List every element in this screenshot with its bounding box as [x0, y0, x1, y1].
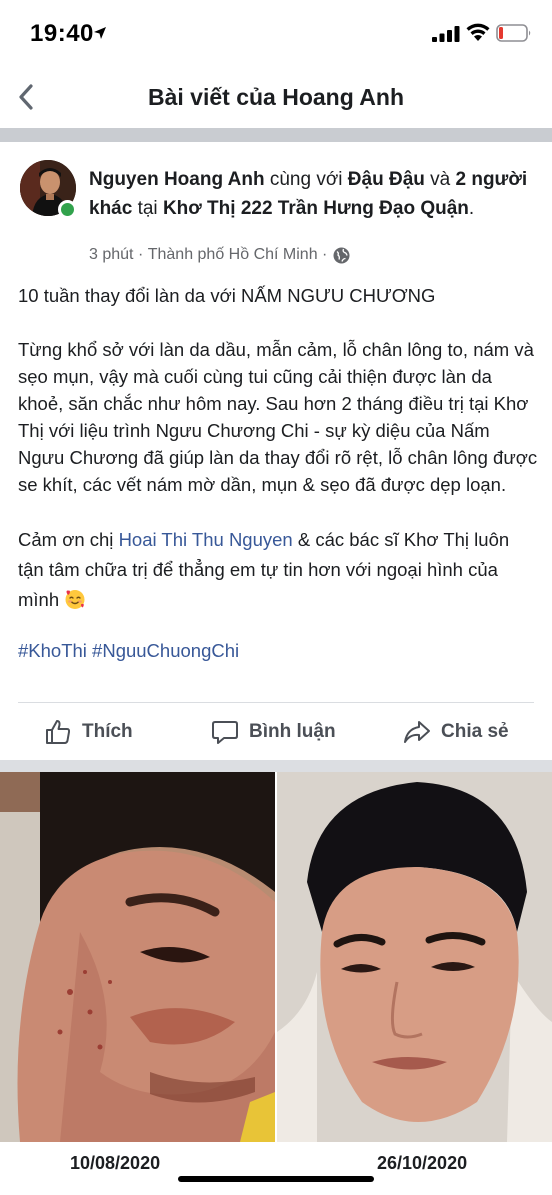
location-arrow-icon	[94, 27, 106, 39]
post-header-text: Nguyen Hoang Anh cùng với Đậu Đậu và 2 n…	[89, 165, 529, 223]
post-body: 10 tuần thay đổi làn da với NẤM NGƯU CHƯ…	[18, 282, 538, 664]
home-indicator[interactable]	[178, 1176, 374, 1182]
post-location: Thành phố Hồ Chí Minh	[147, 246, 318, 263]
share-label: Chia sẻ	[441, 721, 509, 742]
end-dot: .	[468, 198, 475, 219]
before-photo[interactable]	[0, 772, 275, 1142]
post-hashtags[interactable]: #KhoThi #NguuChuongChi	[18, 637, 538, 664]
tagged-friend[interactable]: Đậu Đậu	[348, 169, 425, 190]
post-headline: 10 tuần thay đổi làn da với NẤM NGƯU CHƯ…	[18, 285, 436, 306]
status-time: 19:40	[30, 20, 94, 47]
share-button[interactable]: Chia sẻ	[403, 714, 509, 750]
post-time[interactable]: 3 phút	[89, 246, 133, 264]
page-title: Bài viết của Hoang Anh	[147, 84, 405, 110]
comment-icon	[212, 721, 238, 744]
after-date: 26/10/2020	[377, 1153, 468, 1173]
with-text: cùng với	[264, 169, 348, 190]
wifi-icon	[466, 23, 490, 41]
status-bar: 19:40	[0, 0, 552, 66]
actions-divider	[18, 702, 534, 703]
like-label: Thích	[82, 721, 133, 742]
mentioned-user-link[interactable]: Hoai Thi Thu Nguyen	[119, 529, 293, 550]
meta-separator: ·	[137, 246, 144, 263]
section-divider	[0, 760, 552, 772]
battery-icon	[496, 24, 531, 42]
section-divider	[0, 128, 552, 142]
after-face-image	[277, 772, 552, 1142]
post-story: Từng khổ sở với làn da dầu, mẫn cảm, lỗ …	[18, 339, 538, 495]
comment-button[interactable]: Bình luận	[211, 714, 336, 750]
online-status-dot	[58, 200, 77, 219]
post-meta: 3 phút · Thành phố Hồ Chí Minh ·	[89, 246, 350, 264]
author-name[interactable]: Nguyen Hoang Anh	[89, 169, 265, 190]
meta-separator: ·	[322, 246, 328, 263]
avatar[interactable]	[20, 160, 77, 219]
at-text: tại	[132, 198, 163, 219]
cellular-signal-icon	[432, 26, 460, 42]
nav-header: Bài viết của Hoang Anh	[0, 66, 552, 128]
thumbs-up-icon	[46, 720, 71, 744]
share-arrow-icon	[404, 721, 430, 743]
before-date: 10/08/2020	[70, 1153, 161, 1173]
after-photo[interactable]	[277, 772, 552, 1142]
globe-icon	[333, 247, 350, 263]
before-face-image	[0, 772, 275, 1142]
checkin-place[interactable]: Khơ Thị 222 Trần Hưng Đạo Quận	[163, 198, 469, 219]
post-thanks: Cảm ơn chị Hoai Thi Thu Nguyen & các bác…	[18, 525, 538, 615]
and-text: và	[424, 169, 456, 190]
smiling-face-with-hearts-icon	[65, 590, 85, 609]
comment-label: Bình luận	[249, 721, 336, 742]
like-button[interactable]: Thích	[44, 714, 133, 750]
thanks-prefix: Cảm ơn chị	[18, 529, 119, 550]
